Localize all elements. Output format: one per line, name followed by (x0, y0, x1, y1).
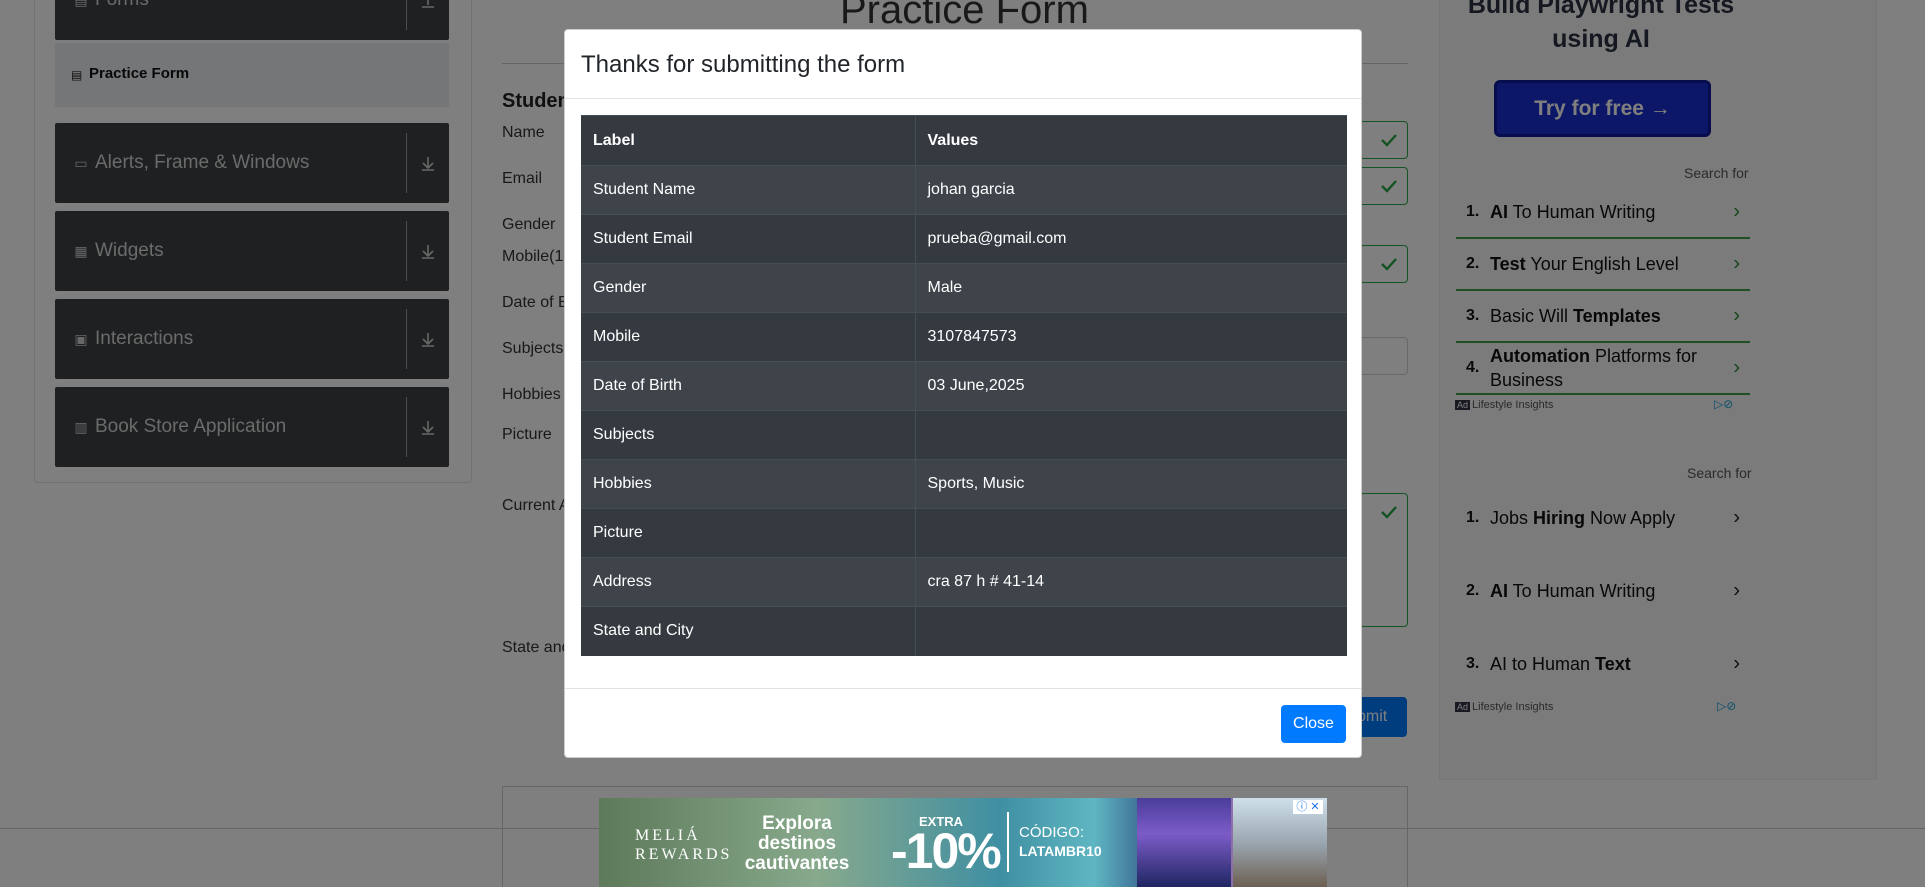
table-row: Student Email prueba@gmail.com (581, 214, 1347, 264)
banner-logo: MELIÁ REWARDS (635, 826, 732, 864)
row-value: Sports, Music (915, 459, 1347, 509)
table-row: Picture (581, 508, 1347, 558)
banner-logo-line1: MELIÁ (635, 827, 701, 844)
modal-footer: Close (565, 688, 1361, 759)
table-row: Gender Male (581, 263, 1347, 313)
row-value (915, 508, 1347, 558)
row-label: Date of Birth (581, 361, 916, 411)
table-row: Subjects (581, 410, 1347, 460)
modal-title: Thanks for submitting the form (581, 51, 906, 78)
banner-discount: -10% (891, 823, 1002, 879)
row-value: 03 June,2025 (915, 361, 1347, 411)
banner-logo-line2: REWARDS (635, 846, 733, 863)
table-row: State and City (581, 606, 1347, 656)
banner-ad[interactable]: MELIÁ REWARDS Explora destinos cautivant… (599, 798, 1327, 887)
row-value: Male (915, 263, 1347, 313)
banner-divider (1007, 812, 1009, 872)
row-label: State and City (581, 606, 916, 656)
row-label: Subjects (581, 410, 916, 460)
results-table: Label Values Student Name johan garcia St… (581, 115, 1347, 656)
table-row: Date of Birth 03 June,2025 (581, 361, 1347, 411)
row-label: Student Name (581, 165, 916, 215)
table-header-row: Label Values (581, 115, 1347, 166)
row-label: Hobbies (581, 459, 916, 509)
banner-photo-city (1137, 798, 1231, 887)
row-label: Gender (581, 263, 916, 313)
submission-modal: Thanks for submitting the form Label Val… (564, 29, 1362, 758)
row-value: johan garcia (915, 165, 1347, 215)
row-value (915, 410, 1347, 460)
column-header-label: Label (581, 115, 916, 166)
row-label: Picture (581, 508, 916, 558)
modal-header: Thanks for submitting the form (565, 30, 1361, 99)
banner-code-label: CÓDIGO: (1019, 824, 1085, 841)
banner-code: CÓDIGO: LATAMBR10 (1019, 824, 1102, 861)
row-value: prueba@gmail.com (915, 214, 1347, 264)
row-label: Student Email (581, 214, 916, 264)
column-header-values: Values (915, 115, 1347, 166)
row-label: Address (581, 557, 916, 607)
table-row: Mobile 3107847573 (581, 312, 1347, 362)
banner-text: Explora destinos cautivantes (744, 813, 850, 874)
close-button[interactable]: Close (1281, 705, 1346, 743)
table-row: Student Name johan garcia (581, 165, 1347, 215)
table-row: Address cra 87 h # 41-14 (581, 557, 1347, 607)
banner-code-value: LATAMBR10 (1019, 843, 1102, 859)
row-value (915, 606, 1347, 656)
row-label: Mobile (581, 312, 916, 362)
table-row: Hobbies Sports, Music (581, 459, 1347, 509)
ad-close-icon[interactable]: ⓘ ✕ (1293, 800, 1323, 814)
row-value: cra 87 h # 41-14 (915, 557, 1347, 607)
row-value: 3107847573 (915, 312, 1347, 362)
